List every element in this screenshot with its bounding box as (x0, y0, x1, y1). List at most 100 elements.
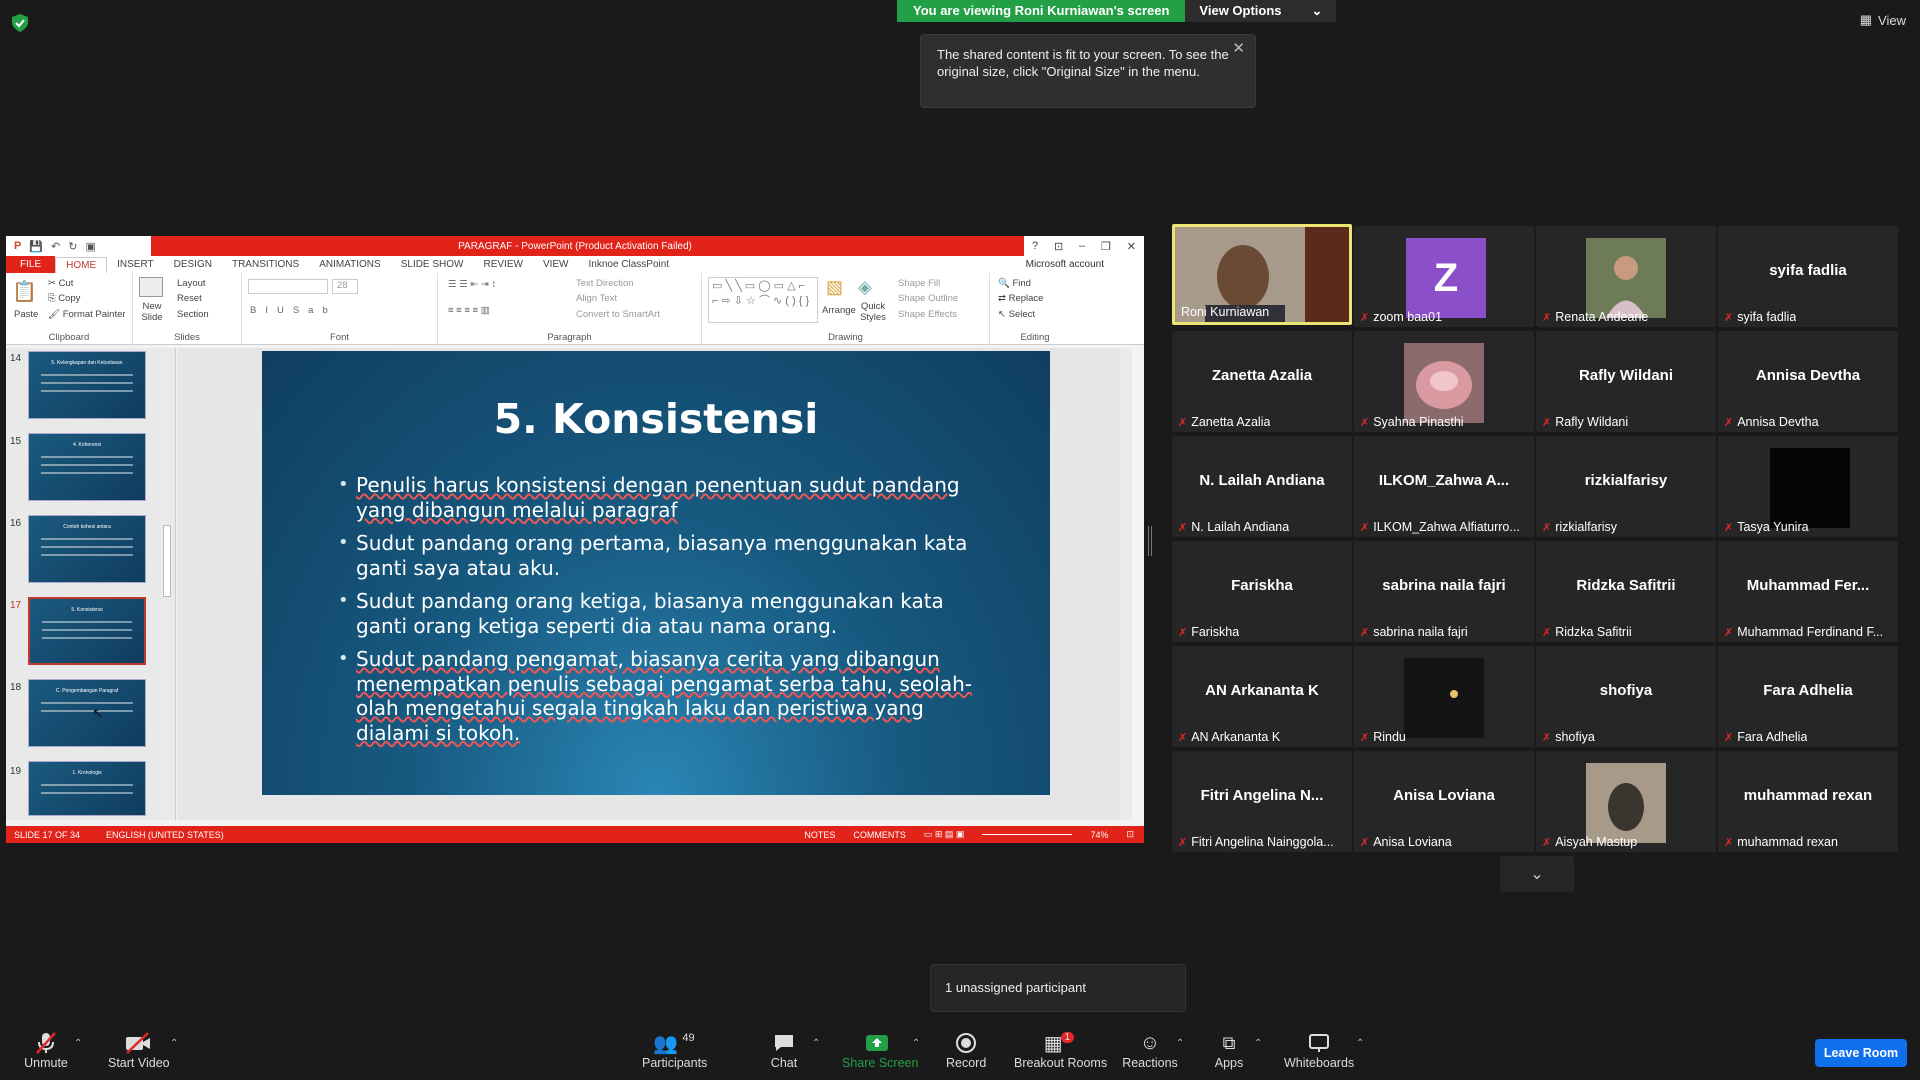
thumb-title: 1. Kronologis (72, 770, 102, 776)
fit-slide-icon: ⊡ (1126, 829, 1134, 839)
participant-tile[interactable]: Rafly Wildani ✗ Rafly Wildani (1536, 331, 1716, 432)
unmute-button[interactable]: Unmute ⌃ (22, 1030, 82, 1070)
muted-mic-icon: ✗ (1178, 731, 1188, 744)
participant-tile[interactable]: Anisa Loviana ✗ Anisa Loviana (1354, 751, 1534, 852)
scrollbar-thumb (163, 525, 171, 597)
participant-tile[interactable]: Annisa Devtha ✗ Annisa Devtha (1718, 331, 1898, 432)
close-icon[interactable]: ✕ (1232, 40, 1245, 57)
participants-icon: 👥 49 (653, 1032, 695, 1055)
video-off-icon (108, 1030, 168, 1056)
participant-tile[interactable]: ✗ Renata Andearie (1536, 226, 1716, 327)
participant-tile[interactable]: ✗ Aisyah Mastup (1536, 751, 1716, 852)
participant-display-name: Muhammad Fer... (1746, 577, 1870, 594)
participant-name-text: Fariskha (1191, 625, 1240, 639)
chat-button[interactable]: Chat ⌃ (766, 1030, 820, 1070)
whiteboards-button[interactable]: Whiteboards ⌃ (1284, 1030, 1364, 1070)
record-button[interactable]: Record (946, 1030, 986, 1070)
participant-tile[interactable]: syifa fadlia ✗ syifa fadlia (1718, 226, 1898, 327)
font-size-field: 28 (332, 279, 358, 294)
participant-tile[interactable]: Fariskha ✗ Fariskha (1172, 541, 1352, 642)
chat-label: Chat (770, 1056, 798, 1070)
next-page-button[interactable]: ⌄ (1500, 856, 1574, 892)
editing-label: Editing (1020, 332, 1050, 343)
copy-label: Copy (58, 293, 81, 304)
format-painter-label: Format Painter (62, 309, 126, 320)
participant-tile[interactable]: Z ✗ zoom baa01 (1354, 226, 1534, 327)
paste-icon: 📋 (12, 281, 37, 303)
participant-tile[interactable]: ✗ Rindu (1354, 646, 1534, 747)
participant-tile[interactable]: AN Arkananta K ✗ AN Arkananta K (1172, 646, 1352, 747)
participant-tile[interactable]: Zanetta Azalia ✗ Zanetta Azalia (1172, 331, 1352, 432)
view-button[interactable]: ▦ View (1860, 12, 1906, 28)
muted-mic-icon: ✗ (1724, 311, 1734, 324)
help-icon: ? (1031, 240, 1039, 252)
tab-file: FILE (6, 256, 56, 273)
participant-tile[interactable]: rizkialfarisy ✗ rizkialfarisy (1536, 436, 1716, 537)
tab-review: REVIEW (483, 259, 523, 270)
participant-tile[interactable]: ILKOM_Zahwa A... ✗ ILKOM_Zahwa Alfiaturro… (1354, 436, 1534, 537)
breakout-rooms-button[interactable]: ▦ 1 Breakout Rooms (1014, 1030, 1107, 1070)
paragraph-group: ☰ ☰ ⇤ ⇥ ↕ ≡ ≡ ≡ ≡ ▥ Text Direction Align… (438, 273, 702, 345)
participant-name-text: Rafly Wildani (1555, 415, 1629, 429)
apps-button[interactable]: ⧉ Apps ⌃ (1214, 1030, 1263, 1071)
window-controls: ? ⊡ – ❐ ✕ (1024, 236, 1144, 256)
drawing-label: Drawing (828, 332, 863, 343)
replace-button: ⇄ Replace (998, 293, 1043, 304)
leave-room-button[interactable]: Leave Room (1815, 1039, 1907, 1067)
unassigned-participant-notice[interactable]: 1 unassigned participant (930, 964, 1186, 1012)
profile-photo (1770, 448, 1850, 528)
tab-classpoint: Inknoe ClassPoint (588, 259, 670, 270)
participant-name: ✗ zoom baa01 (1360, 310, 1528, 324)
profile-photo (1586, 238, 1666, 318)
participant-tile[interactable]: Ridzka Safitrii ✗ Ridzka Safitrii (1536, 541, 1716, 642)
share-screen-button[interactable]: Share Screen ⌃ (842, 1030, 920, 1070)
share-screen-icon (842, 1030, 912, 1056)
thumb-title: Contoh kohesi antara (63, 524, 111, 530)
redo-icon: ↻ (68, 240, 78, 253)
whiteboards-label: Whiteboards (1284, 1056, 1355, 1070)
participant-tile[interactable]: ✗ Tasya Yunira (1718, 436, 1898, 537)
participant-tile[interactable]: Roni Kurniawan (1172, 224, 1352, 325)
paste-label: Paste (14, 309, 39, 320)
participant-tile[interactable]: Fitri Angelina N... ✗ Fitri Angelina Nain… (1172, 751, 1352, 852)
panel-resize-handle[interactable] (1148, 526, 1152, 556)
cut-button: ✂ Cut (48, 278, 73, 289)
participant-name: ✗ Annisa Devtha (1724, 415, 1892, 429)
participant-tile[interactable]: N. Lailah Andiana ✗ N. Lailah Andiana (1172, 436, 1352, 537)
comments-button: COMMENTS (853, 829, 906, 840)
caret-up-icon: ⌃ (812, 1038, 821, 1049)
shapes-gallery: ▭ ╲ ╲ ▭ ◯ ▭ △ ⌐ ⌐ ⇨ ⇩ ☆ ⌒ ∿ ( ) { } (708, 277, 818, 323)
participant-name: ✗ Zanetta Azalia (1178, 415, 1346, 429)
zoom-slider (982, 834, 1073, 835)
participants-button[interactable]: 👥 49 Participants (642, 1030, 707, 1070)
new-slide-icon (139, 277, 163, 297)
participant-display-name: rizkialfarisy (1584, 472, 1668, 489)
participant-name-text: zoom baa01 (1373, 310, 1443, 324)
muted-mic-icon: ✗ (1542, 416, 1552, 429)
notes-button: NOTES (804, 829, 836, 840)
participant-tile[interactable]: sabrina naila fajri ✗ sabrina naila fajri (1354, 541, 1534, 642)
participant-display-name: AN Arkananta K (1205, 682, 1319, 699)
muted-mic-icon: ✗ (1178, 521, 1188, 534)
tooltip-text: The shared content is fit to your screen… (937, 47, 1229, 79)
participant-tile[interactable]: Muhammad Fer... ✗ Muhammad Ferdinand F... (1718, 541, 1898, 642)
profile-photo (1404, 658, 1484, 738)
view-options-button[interactable]: View Options ⌄ (1185, 0, 1337, 22)
participant-tile[interactable]: shofiya ✗ shofiya (1536, 646, 1716, 747)
participant-tile[interactable]: ✗ Syahna Pinasthi (1354, 331, 1534, 432)
grid-view-icon: ▦ (1859, 12, 1873, 27)
whiteboard-icon (1284, 1030, 1354, 1056)
reactions-button[interactable]: ☺ Reactions ⌃ (1122, 1030, 1184, 1071)
participant-display-name: ILKOM_Zahwa A... (1378, 472, 1510, 489)
muted-mic-icon (22, 1030, 70, 1056)
share-screen-label: Share Screen (842, 1056, 919, 1070)
participant-display-name: Anisa Loviana (1393, 787, 1495, 804)
security-shield-icon[interactable] (12, 14, 28, 32)
ribbon-display-icon: ⊡ (1053, 240, 1064, 253)
start-video-button[interactable]: Start Video ⌃ (108, 1030, 178, 1070)
close-window-icon: ✕ (1126, 240, 1136, 253)
participant-tile[interactable]: Fara Adhelia ✗ Fara Adhelia (1718, 646, 1898, 747)
participant-tile[interactable]: muhammad rexan ✗ muhammad rexan (1718, 751, 1898, 852)
view-label: View (1878, 12, 1906, 28)
thumb-text-line (41, 538, 133, 540)
